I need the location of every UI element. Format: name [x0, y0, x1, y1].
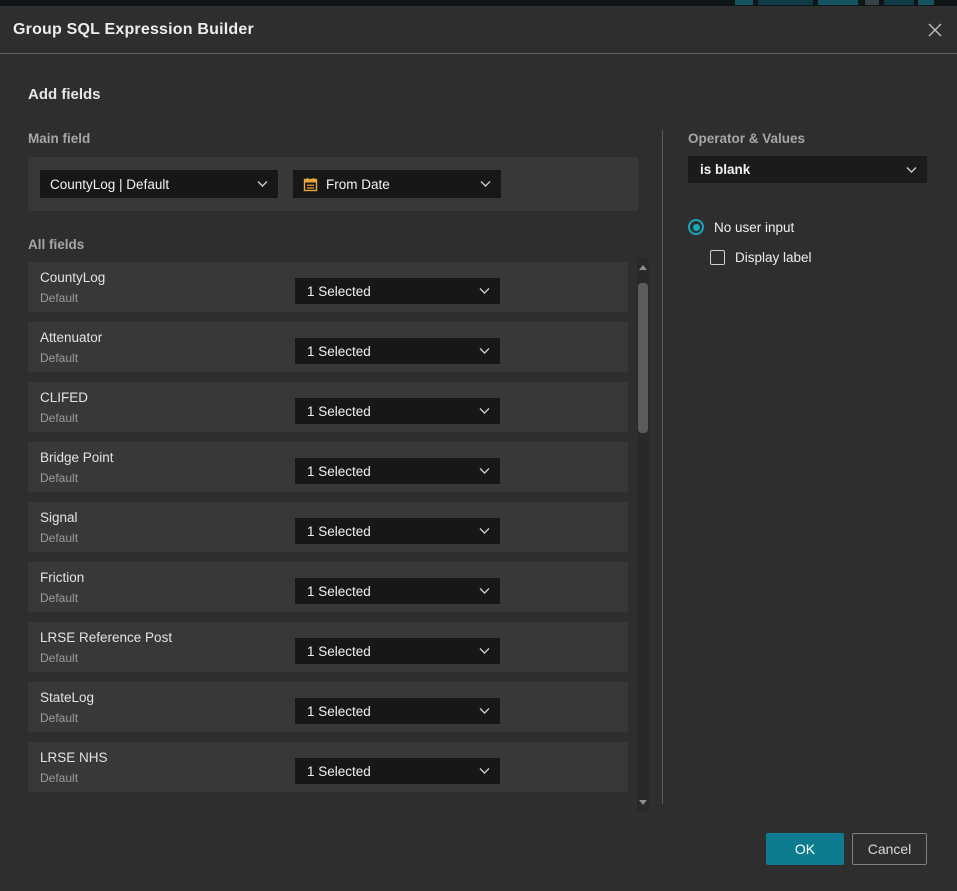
chevron-down-icon	[257, 181, 268, 188]
dialog-title-bar: Group SQL Expression Builder	[0, 6, 957, 54]
field-row-attenuator: Attenuator Default 1 Selected	[28, 322, 628, 372]
chevron-down-icon	[480, 181, 491, 188]
main-field-source-value: CountyLog | Default	[50, 177, 169, 192]
field-subtitle: Default	[40, 651, 78, 665]
field-name: Signal	[40, 510, 78, 525]
field-name: Friction	[40, 570, 84, 585]
no-user-input-radio[interactable]: No user input	[688, 219, 794, 235]
sql-expression-builder-dialog: Group SQL Expression Builder Add fields …	[0, 6, 957, 891]
field-selection-value: 1 Selected	[307, 344, 371, 359]
background-fragment	[758, 0, 813, 5]
field-name: StateLog	[40, 690, 94, 705]
field-selection-value: 1 Selected	[307, 764, 371, 779]
field-subtitle: Default	[40, 771, 78, 785]
field-row-lrse-reference-post: LRSE Reference Post Default 1 Selected	[28, 622, 628, 672]
field-subtitle: Default	[40, 531, 78, 545]
chevron-down-icon	[479, 288, 490, 295]
main-field-date-value: From Date	[326, 177, 390, 192]
chevron-down-icon	[479, 408, 490, 415]
field-selection-dropdown[interactable]: 1 Selected	[295, 698, 500, 724]
add-fields-heading: Add fields	[28, 86, 101, 103]
chevron-down-icon	[479, 708, 490, 715]
chevron-down-icon	[479, 588, 490, 595]
field-selection-dropdown[interactable]: 1 Selected	[295, 278, 500, 304]
field-selection-dropdown[interactable]: 1 Selected	[295, 758, 500, 784]
field-selection-dropdown[interactable]: 1 Selected	[295, 398, 500, 424]
all-fields-label: All fields	[28, 237, 84, 252]
field-name: Bridge Point	[40, 450, 114, 465]
field-row-lrse-nhs: LRSE NHS Default 1 Selected	[28, 742, 628, 792]
scrollbar-thumb[interactable]	[638, 283, 648, 433]
operator-values-label: Operator & Values	[688, 131, 805, 146]
chevron-down-icon	[479, 468, 490, 475]
calendar-icon	[303, 177, 318, 192]
background-fragment	[735, 0, 753, 5]
field-name: Attenuator	[40, 330, 102, 345]
field-row-countylog: CountyLog Default 1 Selected	[28, 262, 628, 312]
checkbox-label: Display label	[735, 250, 812, 265]
field-selection-value: 1 Selected	[307, 404, 371, 419]
field-selection-dropdown[interactable]: 1 Selected	[295, 518, 500, 544]
field-subtitle: Default	[40, 471, 78, 485]
chevron-down-icon	[479, 348, 490, 355]
field-row-friction: Friction Default 1 Selected	[28, 562, 628, 612]
main-field-source-select[interactable]: CountyLog | Default	[40, 170, 278, 198]
field-subtitle: Default	[40, 711, 78, 725]
display-label-checkbox[interactable]: Display label	[710, 250, 812, 265]
field-subtitle: Default	[40, 291, 78, 305]
ok-button[interactable]: OK	[766, 833, 844, 865]
operator-select[interactable]: is blank	[688, 156, 927, 183]
background-fragment	[884, 0, 914, 5]
field-name: LRSE Reference Post	[40, 630, 172, 645]
field-selection-dropdown[interactable]: 1 Selected	[295, 338, 500, 364]
operator-value: is blank	[700, 162, 750, 177]
field-selection-value: 1 Selected	[307, 284, 371, 299]
field-name: CountyLog	[40, 270, 105, 285]
background-fragment	[865, 0, 879, 5]
chevron-down-icon	[906, 166, 917, 173]
field-row-signal: Signal Default 1 Selected	[28, 502, 628, 552]
field-subtitle: Default	[40, 411, 78, 425]
chevron-down-icon	[479, 768, 490, 775]
chevron-down-icon	[479, 528, 490, 535]
dialog-title: Group SQL Expression Builder	[13, 6, 254, 54]
background-fragment	[918, 0, 934, 5]
field-selection-value: 1 Selected	[307, 584, 371, 599]
field-selection-value: 1 Selected	[307, 524, 371, 539]
field-selection-dropdown[interactable]: 1 Selected	[295, 578, 500, 604]
field-selection-dropdown[interactable]: 1 Selected	[295, 458, 500, 484]
main-field-panel: CountyLog | Default From Date	[28, 157, 638, 211]
field-selection-value: 1 Selected	[307, 464, 371, 479]
field-name: LRSE NHS	[40, 750, 108, 765]
checkbox-icon	[710, 250, 725, 265]
main-field-label: Main field	[28, 131, 90, 146]
field-row-clifed: CLIFED Default 1 Selected	[28, 382, 628, 432]
background-fragment	[818, 0, 858, 5]
field-row-statelog: StateLog Default 1 Selected	[28, 682, 628, 732]
field-subtitle: Default	[40, 591, 78, 605]
field-subtitle: Default	[40, 351, 78, 365]
field-selection-value: 1 Selected	[307, 644, 371, 659]
scroll-up-icon[interactable]	[639, 265, 647, 270]
field-selection-dropdown[interactable]: 1 Selected	[295, 638, 500, 664]
scroll-down-icon[interactable]	[639, 800, 647, 805]
radio-label: No user input	[714, 220, 794, 235]
cancel-button[interactable]: Cancel	[852, 833, 927, 865]
main-field-date-select[interactable]: From Date	[293, 170, 501, 198]
field-name: CLIFED	[40, 390, 88, 405]
field-selection-value: 1 Selected	[307, 704, 371, 719]
field-row-bridge-point: Bridge Point Default 1 Selected	[28, 442, 628, 492]
close-icon[interactable]	[926, 21, 944, 39]
chevron-down-icon	[479, 648, 490, 655]
fields-list-scrollbar[interactable]	[637, 258, 649, 812]
panel-divider	[662, 130, 663, 804]
radio-icon	[688, 219, 704, 235]
